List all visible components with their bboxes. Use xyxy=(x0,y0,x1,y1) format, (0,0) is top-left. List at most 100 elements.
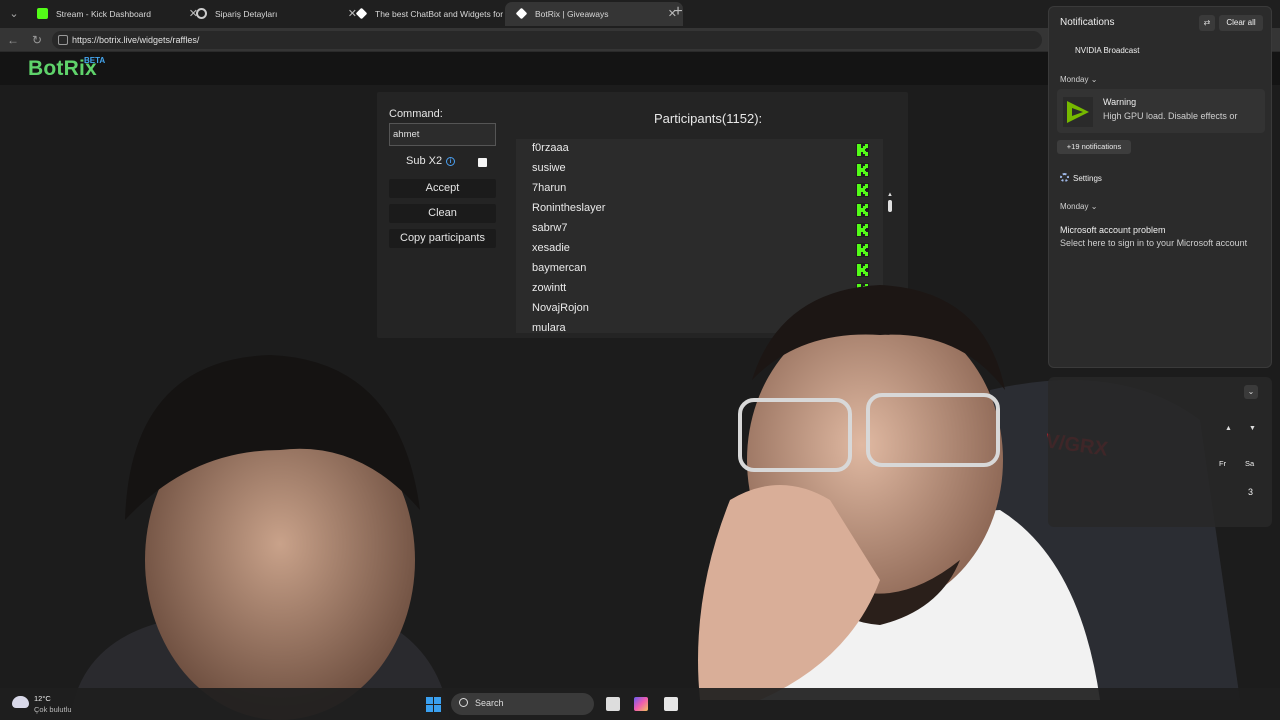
site-info-icon[interactable] xyxy=(58,35,68,45)
list-item: Ronintheslayer xyxy=(516,200,869,220)
tab-title: BotRix | Giveaways xyxy=(535,9,609,19)
url-field[interactable]: https://botrix.live/widgets/raffles/ xyxy=(52,31,1042,49)
tab-title: Stream - Kick Dashboard xyxy=(56,9,151,19)
clear-all-button[interactable]: Clear all xyxy=(1219,15,1263,31)
kick-icon xyxy=(856,183,869,197)
clean-button[interactable]: Clean xyxy=(389,204,496,223)
participant-name: sabrw7 xyxy=(532,222,568,234)
notifications-title: Notifications xyxy=(1060,17,1115,28)
participant-name: susiwe xyxy=(532,162,566,174)
temperature: 12°C xyxy=(34,694,51,703)
command-label: Command: xyxy=(389,108,443,120)
nvidia-broadcast-icon xyxy=(1063,97,1093,127)
sub-x2-label: Sub X2 xyxy=(406,155,443,167)
settings-link[interactable]: Settings xyxy=(1060,173,1102,183)
participant-name: f0rzaaa xyxy=(532,142,569,154)
list-item: baymercan xyxy=(516,260,869,280)
tab-title: The best ChatBot and Widgets for xyxy=(375,9,504,19)
day-label: Monday xyxy=(1060,202,1089,211)
participants-list[interactable]: f0rzaaa susiwe 7harun Ronintheslayer sab… xyxy=(516,139,883,333)
group-day-header[interactable]: Monday ⌄ xyxy=(1060,75,1097,84)
loader-icon xyxy=(196,8,207,19)
list-item: xesadie xyxy=(516,240,869,260)
taskbar: 12°C Çok bulutlu Search xyxy=(0,688,1280,720)
warning-text: High GPU load. Disable effects or xyxy=(1103,111,1238,121)
search-icon xyxy=(459,698,468,707)
raffle-widget: Command: ahmet Sub X2 i Accept Clean Cop… xyxy=(377,92,908,338)
calendar-panel: ⌄ ▲ ▼ Fr Sa 3 xyxy=(1048,377,1272,527)
participant-name: NovajRojon xyxy=(532,302,589,314)
beta-badge: BETA xyxy=(84,56,106,65)
group-day-header[interactable]: Monday ⌄ xyxy=(1060,202,1097,211)
kick-icon xyxy=(856,203,869,217)
store-icon[interactable] xyxy=(664,697,678,711)
scroll-thumb[interactable] xyxy=(888,200,892,212)
list-scrollbar[interactable]: ▲ xyxy=(887,192,893,214)
kick-icon xyxy=(856,283,869,297)
do-not-disturb-icon[interactable]: ⇄ xyxy=(1199,15,1215,31)
kick-icon xyxy=(856,263,869,277)
command-input[interactable]: ahmet xyxy=(389,123,496,146)
notification-card-warning[interactable]: Warning High GPU load. Disable effects o… xyxy=(1057,89,1265,133)
chevron-down-icon[interactable]: ⌄ xyxy=(1244,385,1258,399)
notification-center: Notifications ⇄ Clear all NVIDIA Broadca… xyxy=(1048,6,1272,368)
task-view-icon[interactable] xyxy=(606,697,620,711)
kick-icon xyxy=(856,163,869,177)
kick-icon xyxy=(856,243,869,257)
calendar-day[interactable]: 3 xyxy=(1248,487,1253,497)
browser-tab-siparis[interactable]: Sipariş Detayları ✕ xyxy=(185,2,363,26)
weekday-label: Sa xyxy=(1245,459,1255,468)
scroll-up-icon[interactable]: ▲ xyxy=(887,192,893,198)
previous-month-icon[interactable]: ▲ xyxy=(1225,425,1232,432)
kick-icon xyxy=(37,8,48,19)
chevron-down-icon: ⌄ xyxy=(1090,202,1098,211)
list-item: NovajRojon xyxy=(516,300,866,320)
participant-name: xesadie xyxy=(532,242,570,254)
copilot-icon[interactable] xyxy=(634,697,648,711)
tab-search-chevron-icon[interactable]: ⌄ xyxy=(4,4,24,24)
tab-title: Sipariş Detayları xyxy=(215,9,278,19)
info-icon[interactable]: i xyxy=(446,157,455,166)
gear-icon xyxy=(1060,173,1069,182)
participant-name: Ronintheslayer xyxy=(532,202,606,214)
new-tab-button[interactable]: + xyxy=(668,3,688,21)
botrix-icon xyxy=(515,7,528,20)
list-item: f0rzaaa xyxy=(516,140,869,160)
screen: ⌄ Stream - Kick Dashboard ✕ Sipariş Deta… xyxy=(0,0,1280,720)
weather-description: Çok bulutlu xyxy=(34,705,72,714)
botrix-icon xyxy=(355,7,368,20)
browser-tab-kick-dashboard[interactable]: Stream - Kick Dashboard ✕ xyxy=(26,2,204,26)
next-month-icon[interactable]: ▼ xyxy=(1249,425,1256,432)
weather-cloud-icon[interactable] xyxy=(12,696,29,708)
settings-label: Settings xyxy=(1073,174,1102,183)
participant-name: 7harun xyxy=(532,182,567,194)
participant-name: zowintt xyxy=(532,282,567,294)
list-item: mulara xyxy=(516,320,866,333)
participant-name: baymercan xyxy=(532,262,587,274)
warning-title: Warning xyxy=(1103,97,1137,107)
sub-x2-checkbox[interactable] xyxy=(478,158,487,167)
list-item: zowintt xyxy=(516,280,869,300)
kick-icon xyxy=(856,223,869,237)
ms-account-title[interactable]: Microsoft account problem xyxy=(1060,225,1166,235)
more-notifications-button[interactable]: +19 notifications xyxy=(1057,140,1131,154)
reload-icon[interactable]: ↻ xyxy=(28,31,46,49)
browser-tab-giveaways[interactable]: BotRix | Giveaways ✕ xyxy=(505,2,683,26)
list-item: susiwe xyxy=(516,160,869,180)
day-label: Monday xyxy=(1060,75,1089,84)
accept-button[interactable]: Accept xyxy=(389,179,496,198)
back-arrow-icon[interactable]: ← xyxy=(4,31,22,49)
copy-participants-button[interactable]: Copy participants xyxy=(389,229,496,248)
app-header-nvidia: NVIDIA Broadcast xyxy=(1075,46,1140,55)
sub-x2-row: Sub X2 i xyxy=(389,155,496,171)
list-item: 7harun xyxy=(516,180,869,200)
taskbar-search[interactable]: Search xyxy=(451,693,594,715)
browser-tab-botrix-chatbot[interactable]: The best ChatBot and Widgets for ✕ xyxy=(345,2,523,26)
windows-start-icon[interactable] xyxy=(426,697,441,712)
list-item: sabrw7 xyxy=(516,220,869,240)
kick-icon xyxy=(856,143,869,157)
chevron-down-icon: ⌄ xyxy=(1090,75,1098,84)
search-label: Search xyxy=(475,698,504,708)
ms-account-text[interactable]: Select here to sign in to your Microsoft… xyxy=(1060,238,1247,248)
url-text: https://botrix.live/widgets/raffles/ xyxy=(72,35,200,45)
